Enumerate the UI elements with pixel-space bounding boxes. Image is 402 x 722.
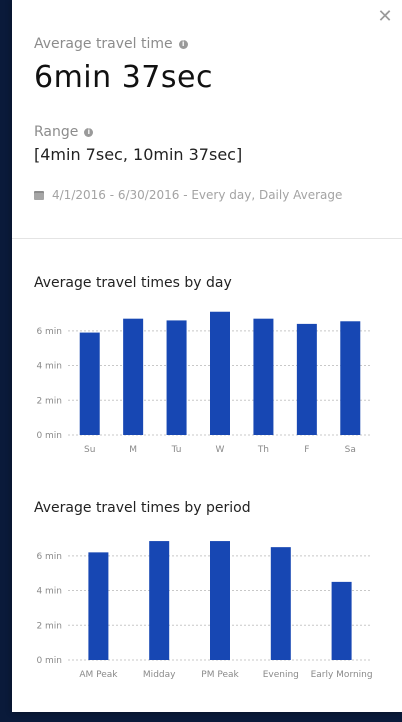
travel-time-panel: ✕ Average travel time i 6min 37sec Range… <box>12 0 402 712</box>
x-tick-label: M <box>129 445 137 455</box>
y-tick-label: 4 min <box>36 362 62 372</box>
y-tick-label: 2 min <box>36 396 62 406</box>
chart-bar[interactable] <box>340 321 361 435</box>
avg-travel-time-value: 6min 37sec <box>34 60 213 95</box>
divider <box>12 238 402 239</box>
y-tick-label: 0 min <box>36 431 62 441</box>
chart-title-by-day: Average travel times by day <box>34 275 232 291</box>
avg-travel-time-label: Average travel time <box>34 36 173 52</box>
info-icon[interactable]: i <box>178 39 188 49</box>
chart-bar[interactable] <box>88 552 109 660</box>
close-icon[interactable]: ✕ <box>376 8 394 26</box>
range-label: Range <box>34 124 79 140</box>
y-tick-label: 6 min <box>36 552 62 562</box>
chart-bar[interactable] <box>210 541 230 660</box>
x-tick-label: AM Peak <box>79 670 118 680</box>
x-tick-label: Early Morning <box>311 670 373 680</box>
x-tick-label: Evening <box>263 670 299 680</box>
chart-bar[interactable] <box>296 323 317 435</box>
date-range-text: 4/1/2016 - 6/30/2016 - Every day, Daily … <box>52 188 343 202</box>
avg-label-row: Average travel time i <box>34 36 188 52</box>
chart-bar[interactable] <box>123 318 144 435</box>
y-tick-label: 0 min <box>36 656 62 666</box>
x-tick-label: Tu <box>171 445 182 455</box>
x-tick-label: Sa <box>345 445 356 455</box>
x-tick-label: W <box>216 445 225 455</box>
range-label-row: Range i <box>34 124 94 140</box>
chart-bar[interactable] <box>79 332 100 435</box>
chart-bar[interactable] <box>270 547 291 660</box>
chart-bar[interactable] <box>149 541 170 660</box>
info-icon[interactable]: i <box>84 127 94 137</box>
x-tick-label: Su <box>84 445 95 455</box>
x-tick-label: Midday <box>143 670 176 680</box>
chart-by-day: 0 min 2 min 4 min 6 min Su M Tu W Th F Sa <box>36 311 372 455</box>
chart-bar[interactable] <box>331 581 352 660</box>
y-tick-label: 6 min <box>36 327 62 337</box>
y-tick-label: 4 min <box>36 587 62 597</box>
y-tick-label: 2 min <box>36 621 62 631</box>
x-tick-label: Th <box>257 445 269 455</box>
chart-bar[interactable] <box>166 320 187 435</box>
chart-bar[interactable] <box>253 318 274 435</box>
calendar-icon <box>34 190 44 200</box>
chart-by-period: 0 min 2 min 4 min 6 min AM Peak Midday PM Peak… <box>36 541 373 680</box>
x-tick-label: F <box>304 445 309 455</box>
date-range-row: 4/1/2016 - 6/30/2016 - Every day, Daily … <box>34 188 342 202</box>
chart-title-by-period: Average travel times by period <box>34 500 251 516</box>
x-tick-label: PM Peak <box>201 670 239 680</box>
range-value: [4min 7sec, 10min 37sec] <box>34 145 243 164</box>
chart-bar[interactable] <box>210 311 230 435</box>
